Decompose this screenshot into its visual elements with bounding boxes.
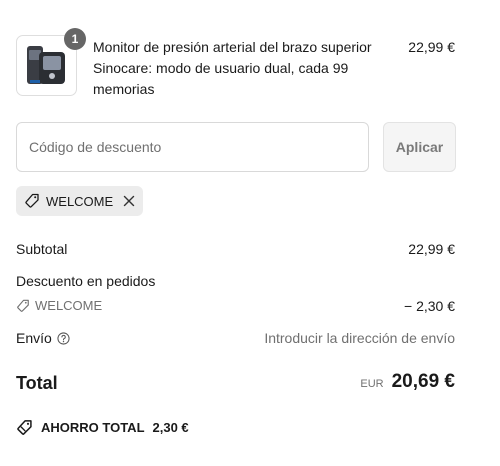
discount-code-line: WELCOME xyxy=(16,298,102,313)
help-circle-icon[interactable] xyxy=(57,331,70,345)
currency-code: EUR xyxy=(360,378,384,390)
subtotal-value: 22,99 € xyxy=(408,241,455,257)
subtotal-label: Subtotal xyxy=(16,241,68,257)
shipping-label: Envío xyxy=(16,330,52,346)
tag-icon xyxy=(16,299,30,313)
applied-discount-chip: WELCOME xyxy=(16,186,144,216)
savings-value: 2,30 € xyxy=(152,420,189,435)
shipping-label-group: Envío xyxy=(16,330,70,346)
order-discount-label: Descuento en pedidos xyxy=(16,273,156,289)
discount-value: − 2,30 € xyxy=(404,298,455,314)
savings-label: AHORRO TOTAL xyxy=(41,420,145,435)
discount-code-name: WELCOME xyxy=(35,298,103,313)
close-icon[interactable] xyxy=(123,195,135,207)
tag-icon xyxy=(24,193,40,209)
quantity-badge: 1 xyxy=(64,28,86,50)
product-price: 22,99 € xyxy=(408,39,455,55)
total-label: Total xyxy=(16,373,58,393)
total-savings: AHORRO TOTAL 2,30 € xyxy=(16,419,189,436)
shipping-value: Introducir la dirección de envío xyxy=(264,330,455,346)
product-title: Monitor de presión arterial del brazo su… xyxy=(93,39,372,97)
total-value-group: EUR 20,69 € xyxy=(360,371,455,393)
discount-code-input[interactable] xyxy=(16,122,369,172)
savings-tag-icon xyxy=(16,419,33,436)
apply-discount-button[interactable]: Aplicar xyxy=(383,122,456,172)
total-value: 20,69 € xyxy=(391,371,455,392)
applied-code-label: WELCOME xyxy=(46,193,114,209)
